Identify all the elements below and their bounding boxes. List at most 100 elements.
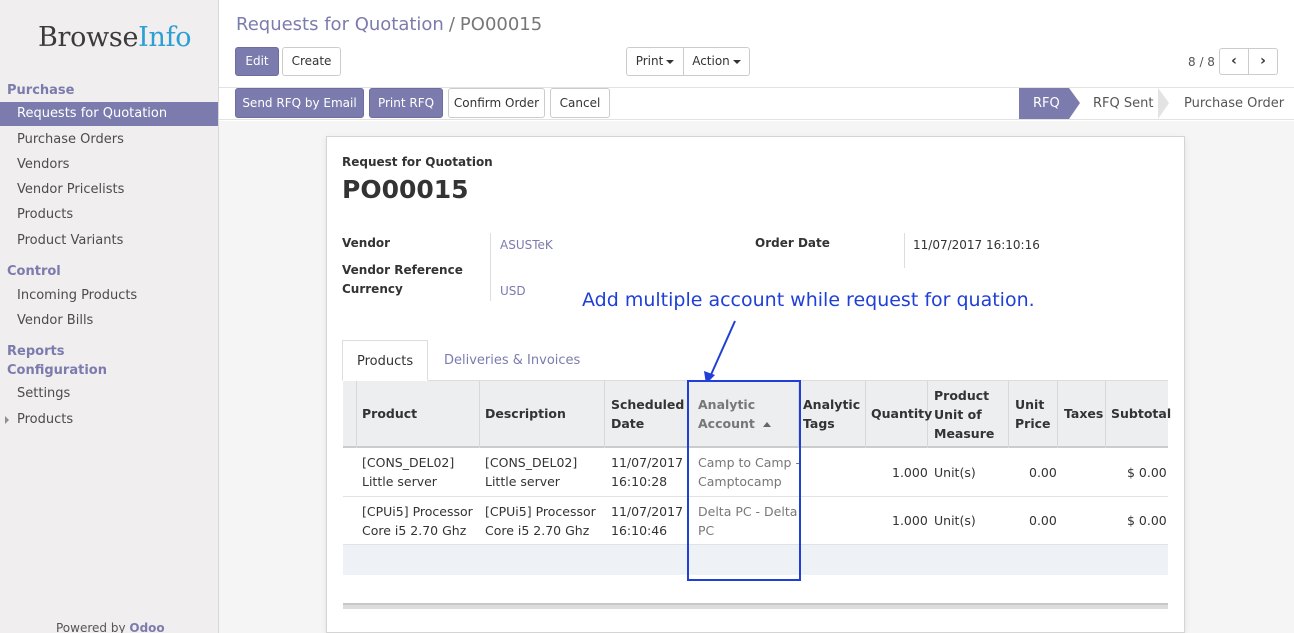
print-dropdown[interactable]: Print [626,47,684,76]
column-header-taxes[interactable]: Taxes [1064,404,1103,423]
vendor-reference-label: Vendor Reference [342,263,463,277]
order-date-label: Order Date [755,236,830,250]
create-button[interactable]: Create [282,47,341,76]
table-footer [343,603,1168,609]
column-header-product[interactable]: Product [362,404,417,423]
cell-uom: Unit(s) [934,465,976,480]
cell-subtotal: $ 0.00 [1127,465,1167,480]
sidebar-item-label: Products [17,412,74,427]
cell-line: Core i5 2.70 Ghz [485,523,590,538]
sidebar-section-configuration: Configuration [7,363,107,378]
stage-rfq-sent[interactable]: RFQ Sent [1093,88,1153,119]
cell-line: [CONS_DEL02] [485,455,578,470]
powered-by-text: Powered by [56,621,126,633]
cell-line: [CONS_DEL02] [362,455,455,470]
cell-uom: Unit(s) [934,513,976,528]
edit-button[interactable]: Edit [235,47,279,76]
powered-by: Powered by Odoo [56,621,165,633]
currency-label: Currency [342,282,403,296]
cell-line: Little server [362,474,437,489]
column-header-analytic-tags[interactable]: Analytic Tags [803,395,860,433]
vendor-value[interactable]: ASUSTeK [500,238,553,252]
sidebar-section-purchase: Purchase [7,83,75,98]
chevron-right-icon: › [1260,53,1266,69]
column-header-scheduled-date[interactable]: Scheduled Date [611,395,684,433]
header-line: Product [934,388,990,403]
cell-line: 11/07/2017 [611,455,684,470]
cell-product: [CPUi5] Processor Core i5 2.70 Ghz [362,502,473,540]
column-divider [479,381,480,448]
print-rfq-button[interactable]: Print RFQ [369,88,443,118]
tab-deliveries-invoices[interactable]: Deliveries & Invoices [444,340,580,381]
currency-value[interactable]: USD [500,284,526,298]
caret-right-icon [5,416,9,424]
column-header-subtotal[interactable]: Subtotal [1111,404,1171,423]
confirm-order-button[interactable]: Confirm Order [448,88,545,118]
annotation-highlight-box [687,380,801,581]
sidebar-item-vendors[interactable]: Vendors [0,153,218,177]
column-header-quantity[interactable]: Quantity [871,404,932,423]
header-line: Unit [1015,397,1045,412]
cell-unit-price: 0.00 [1029,513,1057,528]
sidebar-item-vendor-pricelists[interactable]: Vendor Pricelists [0,178,218,202]
column-header-description[interactable]: Description [485,404,566,423]
header-line: Measure [934,426,995,441]
sidebar-item-requests-for-quotation[interactable]: Requests for Quotation [0,102,218,126]
cell-scheduled-date: 11/07/2017 16:10:46 [611,502,683,540]
sidebar-item-product-variants[interactable]: Product Variants [0,229,218,253]
pager-previous-button[interactable]: ‹ [1219,48,1249,75]
sidebar-item-config-products[interactable]: Products [0,408,218,432]
cell-description: [CONS_DEL02] Little server [485,453,577,491]
pager-next-button[interactable]: › [1248,48,1278,75]
browseinfo-logo[interactable]: BrowseInfo [38,22,192,53]
column-divider [604,381,605,448]
column-divider [356,381,357,448]
column-divider [1105,381,1106,448]
logo-text-part1: Browse [38,22,139,53]
sidebar-section-reports[interactable]: Reports [7,344,64,359]
header-line: Unit of [934,407,982,422]
tab-products[interactable]: Products [342,340,429,381]
field-divider [904,233,905,268]
cell-line: [CPUi5] Processor [362,504,473,519]
cancel-button[interactable]: Cancel [550,88,610,118]
sidebar-item-purchase-orders[interactable]: Purchase Orders [0,128,218,152]
stage-arrow-icon [1069,88,1080,119]
annotation-text: Add multiple account while request for q… [582,289,1035,311]
breadcrumb: Requests for Quotation / PO00015 [236,14,542,35]
order-date-value[interactable]: 11/07/2017 16:10:16 [913,238,1040,252]
cell-quantity: 1.000 [892,465,928,480]
cell-line: Core i5 2.70 Ghz [362,523,467,538]
sidebar-item-products[interactable]: Products [0,203,218,227]
sidebar-item-vendor-bills[interactable]: Vendor Bills [0,309,218,333]
odoo-link[interactable]: Odoo [129,621,164,633]
breadcrumb-separator: / [448,14,455,35]
cell-line: Little server [485,474,560,489]
cell-line: 16:10:46 [611,523,668,538]
header-line: Date [611,416,645,431]
cell-product: [CONS_DEL02] Little server [362,453,454,491]
field-divider [490,233,491,301]
cell-line: 16:10:28 [611,474,668,489]
action-label: Action [692,54,730,68]
stage-purchase-order[interactable]: Purchase Order [1184,88,1284,119]
column-header-uom[interactable]: Product Unit of Measure [934,386,994,443]
cell-scheduled-date: 11/07/2017 16:10:28 [611,453,683,491]
chevron-left-icon: ‹ [1231,53,1237,69]
header-line: Price [1015,416,1051,431]
stage-rfq: RFQ [1019,88,1069,119]
send-rfq-by-email-button[interactable]: Send RFQ by Email [235,88,364,118]
column-divider [1008,381,1009,448]
column-header-unit-price[interactable]: Unit Price [1015,395,1051,433]
column-divider [1057,381,1058,448]
sidebar-item-incoming-products[interactable]: Incoming Products [0,284,218,308]
header-line: Analytic [803,397,861,412]
breadcrumb-parent-link[interactable]: Requests for Quotation [236,14,444,35]
cell-line: 11/07/2017 [611,504,684,519]
action-dropdown[interactable]: Action [683,47,750,76]
logo-text-part2: Info [138,22,192,53]
sidebar-item-settings[interactable]: Settings [0,382,218,406]
sidebar: BrowseInfo Purchase Requests for Quotati… [0,0,219,633]
pager-value[interactable]: 8 / 8 [1188,55,1215,69]
header-line: Scheduled [611,397,685,412]
